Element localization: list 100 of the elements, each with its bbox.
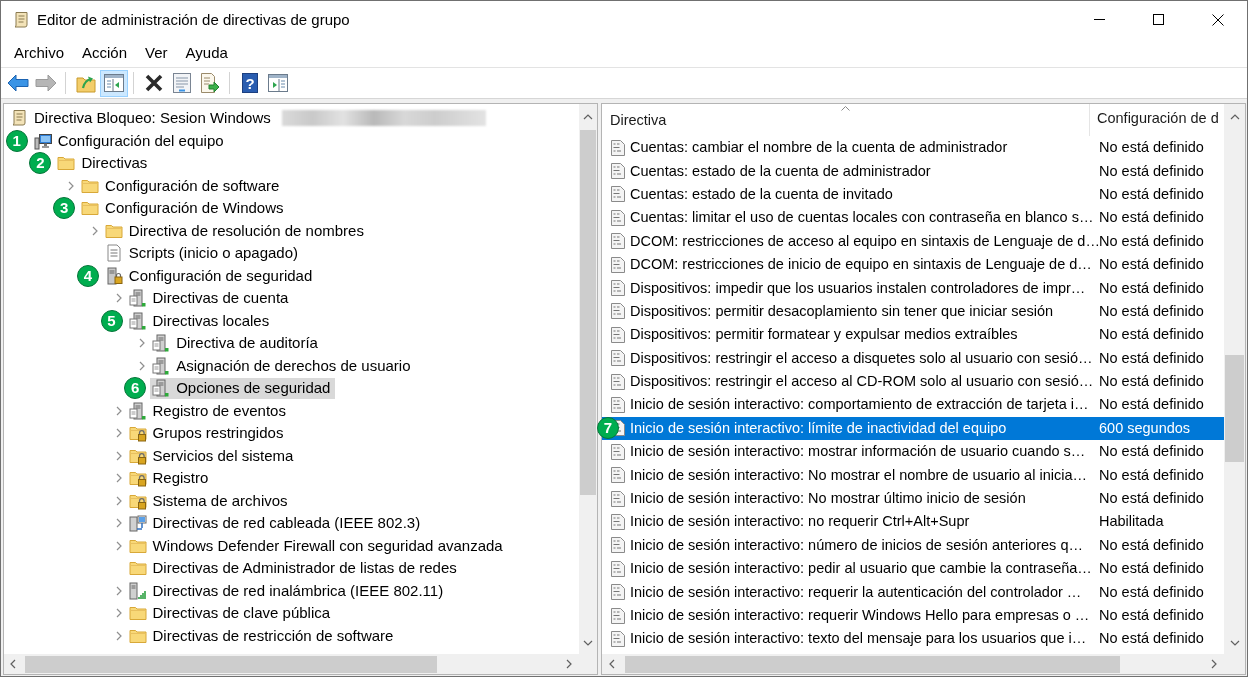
server-icon <box>128 401 147 420</box>
list-row[interactable]: Inicio de sesión interactivo: No mostrar último inicio de sesión No está definido <box>602 486 1224 511</box>
chevron-right-icon[interactable] <box>115 518 122 529</box>
list-row[interactable]: Inicio de sesión interactivo: requerir Windows Hello para empresas o … No está definido <box>602 603 1224 628</box>
scrollbar-thumb[interactable] <box>25 655 437 673</box>
list-row[interactable]: Dispositivos: permitir desacoplamiento sin tener que iniciar sesión No está definido <box>602 299 1224 324</box>
vertical-scrollbar[interactable] <box>1224 104 1245 654</box>
document-icon <box>610 279 626 298</box>
policy-setting: No está definido <box>1098 442 1204 462</box>
chevron-down-icon[interactable] <box>583 640 593 646</box>
tree-item[interactable]: Opciones de seguridad <box>150 377 336 399</box>
chevron-right-icon[interactable] <box>115 473 122 484</box>
tree-item[interactable]: Directivas <box>55 152 153 174</box>
chevron-right-icon[interactable] <box>91 225 98 236</box>
chevron-right-icon[interactable] <box>115 495 122 506</box>
chevron-right-icon[interactable] <box>115 450 122 461</box>
chevron-down-icon[interactable] <box>1229 640 1240 646</box>
chevron-up-icon[interactable] <box>583 114 593 120</box>
list-row[interactable]: Dispositivos: permitir formatear y expulsar medios extraíbles No está definido <box>602 323 1224 347</box>
list-row[interactable]: Cuentas: cambiar el nombre de la cuenta de administrador No está definido <box>602 136 1224 160</box>
scrollbar-thumb[interactable] <box>625 655 1120 673</box>
chevron-right-icon[interactable] <box>139 338 146 349</box>
tree-item[interactable]: Windows Defender Firewall con seguridad avanzada <box>126 535 508 557</box>
document-icon <box>610 162 626 181</box>
chevron-right-icon[interactable] <box>115 630 122 641</box>
list-row[interactable]: Dispositivos: restringir el acceso al CD-ROM solo al usuario con sesió… No está definido <box>602 369 1224 394</box>
chevron-right-icon[interactable] <box>115 293 122 304</box>
list-row[interactable]: DCOM: restricciones de inicio de equipo en sintaxis de Lenguaje de d… No está definido <box>602 252 1224 277</box>
tree-item[interactable]: Sistema de archivos <box>126 490 293 512</box>
tree-item[interactable]: Configuración del equipo <box>31 130 229 152</box>
horizontal-scrollbar[interactable] <box>4 654 579 674</box>
menu-item[interactable]: Archivo <box>5 41 74 64</box>
list-row[interactable]: Inicio de sesión interactivo: texto del mensaje para los usuarios que i… No está definido <box>602 627 1224 651</box>
help-button[interactable]: ? <box>242 73 258 93</box>
tree-item[interactable]: Registro <box>126 467 214 489</box>
menu-item[interactable]: Ayuda <box>176 41 237 64</box>
column-header[interactable]: Directiva <box>602 104 1090 136</box>
chevron-right-icon[interactable] <box>566 659 572 669</box>
list-row[interactable]: Inicio de sesión interactivo: comportamiento de extracción de tarjeta i… No está definido <box>602 393 1224 417</box>
chevron-right-icon[interactable] <box>115 585 122 596</box>
list-row[interactable]: DCOM: restricciones de acceso al equipo en sintaxis de Lenguaje de d…No está definido <box>602 229 1224 253</box>
chevron-right-icon[interactable] <box>115 608 122 619</box>
policy-setting: No está definido <box>1098 184 1204 204</box>
list-row[interactable]: Inicio de sesión interactivo: mostrar información de usuario cuando s… No está definido <box>602 440 1224 464</box>
list-row[interactable]: Cuentas: estado de la cuenta de administrador No está definido <box>602 159 1224 183</box>
tree-item[interactable]: Directivas de restricción de software <box>126 625 399 647</box>
number-badge: 6 <box>124 377 147 399</box>
tree-item[interactable]: Directiva de resolución de nombres <box>102 220 369 242</box>
tree-item[interactable]: Directivas de cuenta <box>126 287 294 309</box>
tree-item[interactable]: Directivas de clave pública <box>126 602 336 624</box>
tree-item[interactable]: Configuración de seguridad <box>102 265 318 287</box>
list-row[interactable]: Inicio de sesión interactivo: pedir al usuario que cambie la contraseña… No está definido <box>602 557 1224 581</box>
chevron-right-icon[interactable] <box>1211 659 1217 669</box>
tree-item[interactable]: Grupos restringidos <box>126 422 289 444</box>
list-row[interactable]: Cuentas: limitar el uso de cuentas locales con contraseña en blanco s… No está definido <box>602 206 1224 230</box>
tree-item[interactable]: Directiva Bloqueo: Sesion Windows <box>8 107 276 129</box>
tree-item[interactable]: Directivas de red inalámbrica (IEEE 802.11) <box>126 580 449 602</box>
list-row[interactable]: Inicio de sesión interactivo: No mostrar el nombre de usuario al inicia… No está definido <box>602 463 1224 487</box>
chevron-right-icon[interactable] <box>68 180 75 191</box>
vertical-scrollbar[interactable] <box>579 104 597 654</box>
document-icon <box>610 606 626 625</box>
chevron-left-icon[interactable] <box>609 659 615 669</box>
tree-item[interactable]: Registro de eventos <box>126 400 291 422</box>
tree-item[interactable]: Directiva de auditoría <box>150 332 323 354</box>
chevron-left-icon[interactable] <box>9 659 16 669</box>
policy-name: Cuentas: estado de la cuenta de invitado <box>630 184 893 204</box>
chevron-right-icon[interactable] <box>139 360 146 371</box>
tree-item[interactable]: Servicios del sistema <box>126 445 299 467</box>
list-row[interactable]: Inicio de sesión interactivo: no requerir Ctrl+Alt+Supr Habilitada <box>602 510 1224 534</box>
tree-item[interactable]: Configuración de Windows <box>79 197 289 219</box>
tree-item[interactable]: Directivas locales <box>126 310 275 332</box>
document-icon <box>610 583 626 602</box>
list-row[interactable]: Cuentas: estado de la cuenta de invitado No está definido <box>602 182 1224 207</box>
tree-item[interactable]: Directivas de red cableada (IEEE 802.3) <box>126 512 426 534</box>
tree-item[interactable]: Scripts (inicio o apagado) <box>102 242 304 264</box>
chevron-right-icon[interactable] <box>115 405 122 416</box>
menu-item[interactable]: Ver <box>136 41 177 64</box>
show-tree-button[interactable] <box>100 69 128 97</box>
horizontal-scrollbar[interactable] <box>602 654 1224 674</box>
tree-item[interactable]: Configuración de software <box>79 175 285 197</box>
document-arrow-icon <box>200 73 220 93</box>
server-icon <box>152 334 171 353</box>
chevron-right-icon[interactable] <box>115 540 122 551</box>
column-header[interactable]: Configuración de d <box>1090 104 1224 136</box>
tree-item[interactable]: Directivas de Administrador de listas de redes <box>126 557 462 579</box>
tree-item[interactable]: Asignación de derechos de usuario <box>150 355 416 377</box>
number-badge: 1 <box>5 129 28 152</box>
policy-setting: No está definido <box>1098 161 1204 181</box>
list-row[interactable]: Inicio de sesión interactivo: número de inicios de sesión anteriores q… No está definido <box>602 533 1224 558</box>
server-icon <box>152 379 171 398</box>
list-row[interactable]: Dispositivos: restringir el acceso a disquetes solo al usuario con sesió… No está definido <box>602 346 1224 370</box>
policy-name: Inicio de sesión interactivo: requerir Windows Hello para empresas o … <box>630 606 1090 625</box>
list-row[interactable]: Inicio de sesión interactivo: requerir la autenticación del controlador … No está definido <box>602 580 1224 604</box>
list-row[interactable]: Dispositivos: impedir que los usuarios instalen controladores de impr… No está definido <box>602 276 1224 300</box>
menu-item[interactable]: Acción <box>73 41 137 64</box>
scrollbar-thumb[interactable] <box>580 130 596 495</box>
chevron-right-icon[interactable] <box>115 428 122 439</box>
chevron-up-icon[interactable] <box>1229 114 1240 120</box>
policy-name: Inicio de sesión interactivo: requerir la autenticación del controlador … <box>630 582 1082 602</box>
scrollbar-thumb[interactable] <box>1225 355 1244 462</box>
